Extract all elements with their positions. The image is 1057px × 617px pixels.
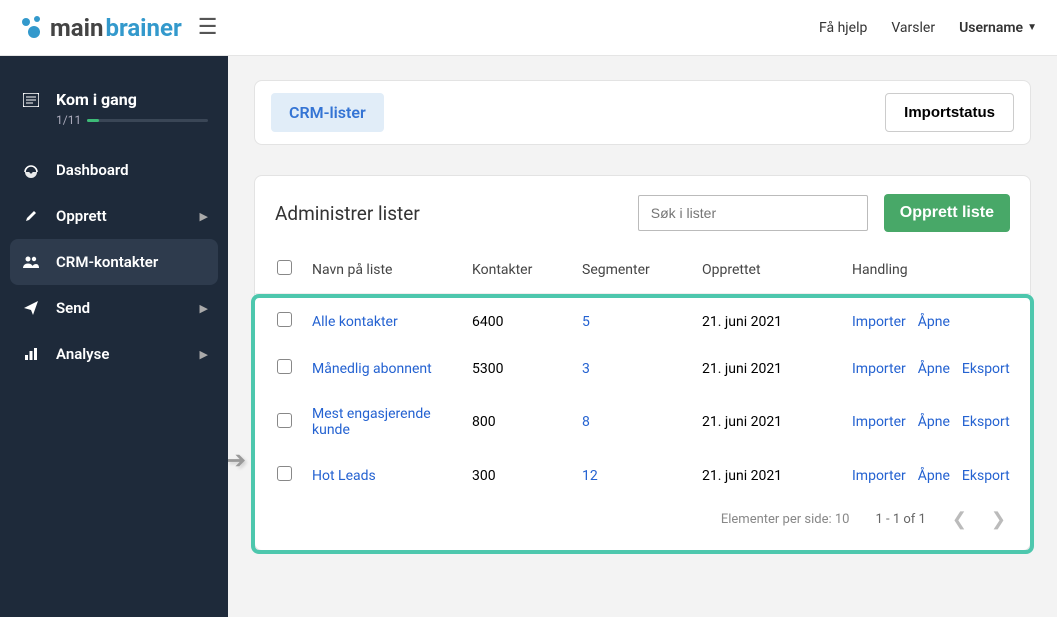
- sidebar-item-send[interactable]: Send ▶: [0, 285, 228, 331]
- logo[interactable]: mainbrainer: [20, 14, 182, 42]
- hamburger-icon[interactable]: ☰: [198, 15, 218, 40]
- chevron-right-icon: ▶: [200, 302, 208, 315]
- row-contacts: 6400: [462, 298, 572, 345]
- main-content: ➔ CRM-lister Importstatus Administrer li…: [228, 56, 1057, 617]
- topbar-right: Få hjelp Varsler Username ▼: [819, 20, 1037, 36]
- page-prev-icon[interactable]: ❮: [952, 509, 967, 530]
- row-contacts: 300: [462, 452, 572, 499]
- list-card: Administrer lister Opprett liste Navn på…: [254, 175, 1031, 551]
- alerts-link[interactable]: Varsler: [891, 20, 935, 36]
- items-per-page-label: Elementer per side: 10: [721, 512, 850, 527]
- page-range: 1 - 1 of 1: [875, 512, 925, 527]
- row-created: 21. juni 2021: [692, 345, 842, 392]
- getting-started-progress-text: 1/11: [56, 113, 81, 127]
- sidebar: Kom i gang 1/11 Dashboard Opprett ▶: [0, 56, 228, 617]
- tabs-card: CRM-lister Importstatus: [254, 80, 1031, 145]
- tutorial-arrow-icon: ➔: [228, 446, 246, 474]
- sidebar-label: Dashboard: [56, 161, 208, 179]
- row-checkbox[interactable]: [277, 312, 292, 327]
- logo-dots-icon: [20, 16, 44, 40]
- action-import[interactable]: Importer: [852, 468, 906, 484]
- create-list-button[interactable]: Opprett liste: [884, 194, 1010, 232]
- action-open[interactable]: Åpne: [918, 361, 950, 377]
- chevron-right-icon: ▶: [200, 348, 208, 361]
- logo-text-brand: brainer: [105, 14, 181, 42]
- action-export[interactable]: Eksport: [962, 414, 1010, 430]
- action-export[interactable]: Eksport: [962, 468, 1010, 484]
- page-next-icon[interactable]: ❯: [991, 509, 1006, 530]
- sidebar-label: Send: [56, 299, 200, 317]
- topbar-left: mainbrainer ☰: [20, 14, 217, 42]
- segments-link[interactable]: 5: [582, 314, 590, 330]
- sidebar-getting-started[interactable]: Kom i gang 1/11: [0, 76, 228, 147]
- col-header-name: Navn på liste: [302, 246, 462, 294]
- import-status-button[interactable]: Importstatus: [885, 93, 1014, 132]
- action-import[interactable]: Importer: [852, 414, 906, 430]
- table-row: Mest engasjerende kunde 800 8 21. juni 2021…: [255, 392, 1030, 452]
- action-open[interactable]: Åpne: [918, 314, 950, 330]
- sidebar-label: Opprett: [56, 207, 200, 225]
- tutorial-highlight: Alle kontakter 6400 5 21. juni 2021 Importer…: [251, 294, 1034, 554]
- col-header-actions: Handling: [842, 246, 1030, 294]
- caret-down-icon: ▼: [1027, 22, 1037, 33]
- row-created: 21. juni 2021: [692, 298, 842, 345]
- pagination: Elementer per side: 10 1 - 1 of 1 ❮ ❯: [255, 499, 1030, 540]
- table-row: Hot Leads 300 12 21. juni 2021 Importer Åpne E…: [255, 452, 1030, 499]
- lists-table: Navn på liste Kontakter Segmenter Oppret…: [255, 246, 1030, 294]
- username-label: Username: [959, 20, 1023, 36]
- col-header-contacts: Kontakter: [462, 246, 572, 294]
- row-created: 21. juni 2021: [692, 392, 842, 452]
- list-name-link[interactable]: Alle kontakter: [312, 314, 398, 330]
- search-input[interactable]: [638, 195, 868, 231]
- progress-bar: [87, 119, 208, 122]
- chart-icon: [20, 347, 42, 361]
- list-icon: [20, 93, 42, 107]
- sidebar-item-crm-kontakter[interactable]: CRM-kontakter: [10, 239, 218, 285]
- user-dropdown[interactable]: Username ▼: [959, 20, 1037, 36]
- users-icon: [20, 255, 42, 269]
- sidebar-item-opprett[interactable]: Opprett ▶: [0, 193, 228, 239]
- logo-text-main: main: [50, 14, 103, 42]
- list-title: Administrer lister: [275, 202, 420, 225]
- pencil-icon: [20, 209, 42, 223]
- row-checkbox[interactable]: [277, 359, 292, 374]
- list-header: Administrer lister Opprett liste: [255, 176, 1030, 246]
- row-checkbox[interactable]: [277, 466, 292, 481]
- action-open[interactable]: Åpne: [918, 414, 950, 430]
- action-open[interactable]: Åpne: [918, 468, 950, 484]
- segments-link[interactable]: 3: [582, 361, 590, 377]
- col-header-segments: Segmenter: [572, 246, 692, 294]
- gauge-icon: [20, 162, 42, 178]
- sidebar-item-dashboard[interactable]: Dashboard: [0, 147, 228, 193]
- help-link[interactable]: Få hjelp: [819, 20, 867, 36]
- paper-plane-icon: [20, 301, 42, 315]
- chevron-right-icon: ▶: [200, 210, 208, 223]
- table-row: Månedlig abonnent 5300 3 21. juni 2021 Impor…: [255, 345, 1030, 392]
- table-row: Alle kontakter 6400 5 21. juni 2021 Importer…: [255, 298, 1030, 345]
- select-all-checkbox[interactable]: [277, 260, 292, 275]
- list-name-link[interactable]: Hot Leads: [312, 468, 376, 484]
- segments-link[interactable]: 12: [582, 468, 598, 484]
- topbar: mainbrainer ☰ Få hjelp Varsler Username …: [0, 0, 1057, 56]
- list-name-link[interactable]: Månedlig abonnent: [312, 361, 432, 377]
- tab-crm-lists[interactable]: CRM-lister: [271, 93, 384, 132]
- action-export[interactable]: Eksport: [962, 361, 1010, 377]
- getting-started-label: Kom i gang: [56, 90, 137, 109]
- row-checkbox[interactable]: [277, 413, 292, 428]
- sidebar-label: CRM-kontakter: [56, 253, 208, 271]
- action-import[interactable]: Importer: [852, 314, 906, 330]
- segments-link[interactable]: 8: [582, 414, 590, 430]
- row-contacts: 800: [462, 392, 572, 452]
- list-name-link[interactable]: Mest engasjerende kunde: [312, 406, 431, 438]
- row-created: 21. juni 2021: [692, 452, 842, 499]
- sidebar-label: Analyse: [56, 345, 200, 363]
- row-contacts: 5300: [462, 345, 572, 392]
- action-import[interactable]: Importer: [852, 361, 906, 377]
- sidebar-item-analyse[interactable]: Analyse ▶: [0, 331, 228, 377]
- col-header-created: Opprettet: [692, 246, 842, 294]
